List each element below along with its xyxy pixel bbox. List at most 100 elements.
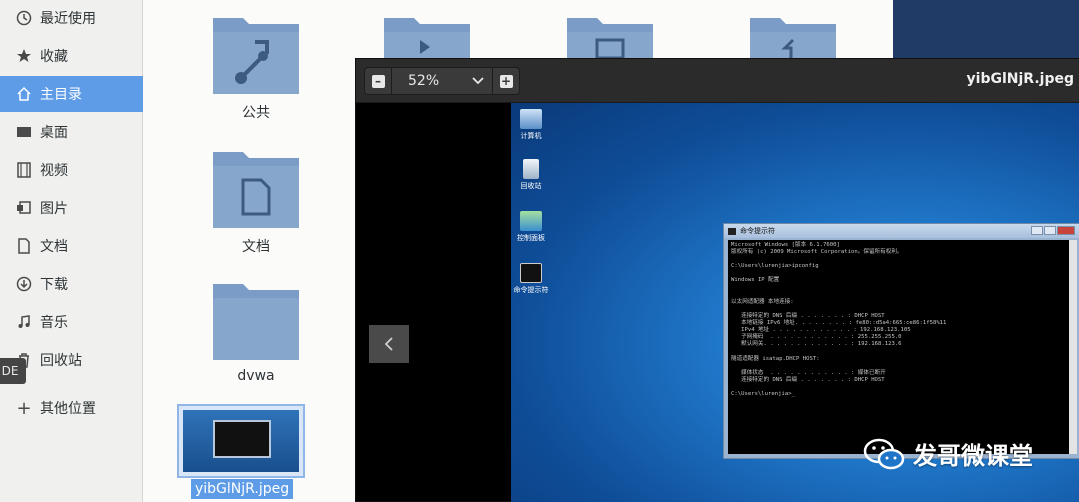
sidebar-item-home[interactable]: 主目录 — [0, 76, 143, 112]
sidebar-item-label: 视频 — [40, 163, 68, 179]
cmd-line: 以太网适配器 本地连接: — [731, 298, 794, 305]
zoom-level-dropdown[interactable]: 52% — [391, 68, 493, 94]
file-label: dvwa — [237, 368, 275, 384]
chevron-down-icon — [472, 77, 484, 85]
zoom-out-button[interactable]: – — [365, 68, 391, 94]
sidebar-item-desktop[interactable]: 桌面 — [0, 114, 143, 150]
plus-icon: + — [16, 397, 32, 419]
file-item-documents[interactable]: 文档 — [191, 146, 321, 256]
sidebar-item-label: 最近使用 — [40, 11, 96, 27]
file-label-selected[interactable]: yibGlNjR.jpeg — [191, 479, 294, 499]
star-icon — [14, 46, 34, 66]
chevron-left-icon — [384, 337, 393, 351]
desktop-icon-computer: 计算机 — [511, 109, 551, 141]
wechat-icon — [863, 438, 905, 469]
sidebar-item-label: 收藏 — [40, 49, 68, 65]
home-icon — [14, 84, 34, 104]
cmd-line — [731, 306, 1066, 313]
folder-icon — [213, 284, 299, 360]
zoom-control: – 52% + — [364, 67, 520, 95]
image-icon — [14, 198, 34, 218]
desktop-icon-label: 命令提示符 — [513, 286, 549, 294]
clock-icon — [14, 8, 34, 28]
cmd-line — [731, 292, 1066, 299]
cmd-line — [731, 363, 1066, 370]
desktop-icon-label: 控制面板 — [517, 234, 545, 242]
maximize-icon — [1044, 226, 1056, 235]
desktop-icon-label: 计算机 — [520, 132, 542, 140]
download-icon — [14, 274, 34, 294]
desktop-icon-cmd: 命令提示符 — [511, 263, 551, 295]
sidebar-item-documents[interactable]: 文档 — [0, 228, 143, 264]
share-folder-icon — [213, 18, 299, 94]
cmd-line — [731, 270, 1066, 277]
file-item-dvwa[interactable]: dvwa — [191, 278, 321, 384]
file-label: 文档 — [242, 239, 270, 255]
sidebar-item-other-locations[interactable]: + 其他位置 — [0, 390, 143, 426]
cmd-title: 命令提示符 — [740, 227, 775, 235]
sidebar-item-label: 图片 — [40, 201, 68, 217]
control-panel-icon — [520, 211, 542, 231]
music-icon — [14, 312, 34, 332]
cmd-titlebar: 命令提示符 — [724, 224, 1079, 238]
window-controls — [1031, 226, 1075, 235]
cmd-line: 连接特定的 DNS 后缀 . . . . . . . : DHCP HOST — [731, 376, 885, 383]
cmd-line: 隧道适配器 isatap.DHCP HOST: — [731, 355, 820, 362]
desktop-icon-control-panel: 控制面板 — [511, 211, 551, 243]
cmd-line — [731, 348, 1066, 355]
image-thumbnail[interactable] — [177, 404, 305, 478]
cmd-line — [731, 256, 1066, 263]
minimize-icon — [1031, 226, 1043, 235]
sidebar-item-label: 下载 — [40, 277, 68, 293]
minus-icon: – — [371, 74, 385, 88]
cmd-line: C:\Users\lurenjia>ipconfig — [731, 263, 819, 270]
zoom-in-button[interactable]: + — [493, 68, 519, 94]
document-folder-icon — [213, 152, 299, 228]
sidebar-item-recent[interactable]: 最近使用 — [0, 0, 143, 36]
de-badge: DE — [0, 358, 26, 384]
viewer-header-bar: – 52% + yibGlNjR.jpeg — [356, 59, 1079, 103]
previous-image-button[interactable] — [369, 325, 409, 363]
terminal-icon — [520, 263, 542, 283]
sidebar: 最近使用 收藏 主目录 桌面 视频 图片 文档 下载 音乐 回收站 + 其他位置 — [0, 0, 143, 502]
cmd-line: 媒体状态 . . . . . . . . . . . . : 媒体已断开 — [731, 369, 886, 376]
desktop-icon-recycle-bin: 回收站 — [511, 159, 551, 191]
sidebar-item-starred[interactable]: 收藏 — [0, 38, 143, 74]
zoom-level: 52% — [408, 73, 440, 89]
cmd-line — [731, 285, 1066, 292]
close-icon — [1057, 226, 1075, 235]
file-label: 公共 — [242, 105, 270, 121]
video-icon — [14, 160, 34, 180]
cmd-line: Windows IP 配置 — [731, 277, 780, 284]
folder-icon — [567, 18, 653, 58]
cmd-output: Microsoft Windows [版本 6.1.7600] 版权所有 (c) … — [728, 240, 1069, 454]
terminal-icon — [728, 227, 736, 235]
cmd-line: 连接特定的 DNS 后缀 . . . . . . . : DHCP HOST — [731, 312, 885, 319]
sidebar-item-label: 主目录 — [40, 87, 82, 103]
cmd-line — [731, 384, 1066, 391]
sidebar-item-label: 文档 — [40, 239, 68, 255]
sidebar-item-label: 其他位置 — [40, 401, 96, 417]
sidebar-item-downloads[interactable]: 下载 — [0, 266, 143, 302]
computer-icon — [520, 109, 542, 129]
sidebar-item-music[interactable]: 音乐 — [0, 304, 143, 340]
cmd-line: 默认网关. . . . . . . . . . . . . : 192.168.… — [731, 341, 902, 348]
sidebar-item-label: 回收站 — [40, 353, 82, 369]
sidebar-item-pictures[interactable]: 图片 — [0, 190, 143, 226]
folder-icon — [384, 18, 470, 58]
desktop-background — [893, 0, 1079, 60]
document-icon — [14, 236, 34, 256]
desktop-icon — [14, 122, 34, 142]
watermark: 发哥微课堂 — [863, 436, 1033, 471]
sidebar-item-label: 桌面 — [40, 125, 68, 141]
folder-icon — [750, 18, 836, 58]
thumbnail-preview — [183, 410, 299, 472]
plus-icon: + — [499, 73, 513, 88]
cmd-line: C:\Users\lurenjia>_ — [731, 390, 795, 397]
viewer-title: yibGlNjR.jpeg — [966, 71, 1074, 87]
sidebar-item-videos[interactable]: 视频 — [0, 152, 143, 188]
cmd-scrollbar — [1069, 240, 1077, 454]
file-item-public[interactable]: 公共 — [191, 12, 321, 122]
watermark-text: 发哥微课堂 — [913, 442, 1033, 470]
sidebar-item-label: 音乐 — [40, 315, 68, 331]
